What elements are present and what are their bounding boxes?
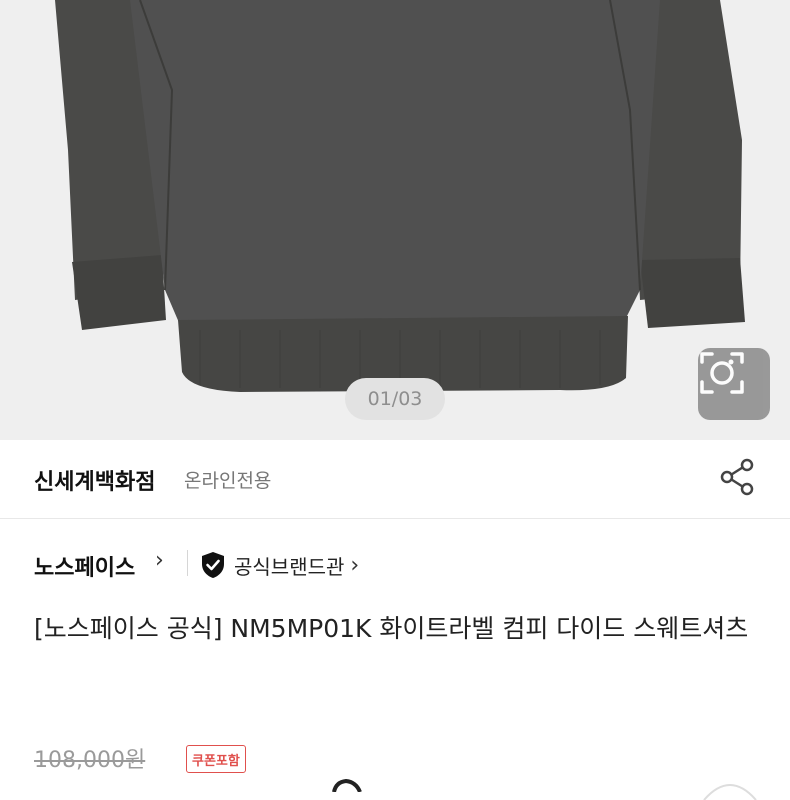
store-name[interactable]: 신세계백화점	[34, 464, 155, 496]
image-pager: 01/03	[345, 378, 445, 420]
share-icon	[720, 458, 754, 496]
chevron-right-icon: ›	[155, 548, 164, 573]
share-button[interactable]	[716, 456, 758, 498]
camera-lens-icon	[700, 352, 744, 394]
action-button-fragment	[703, 784, 757, 800]
shield-check-icon	[202, 552, 224, 578]
chevron-right-icon: ›	[350, 552, 360, 578]
coupon-badge: 쿠폰포함	[186, 745, 246, 773]
product-image	[55, 0, 745, 392]
official-brand-label: 공식브랜드관	[234, 554, 345, 579]
brand-link[interactable]: 노스페이스	[34, 550, 135, 582]
image-search-button[interactable]	[698, 348, 770, 420]
divider	[187, 550, 188, 576]
product-title: [노스페이스 공식] NM5MP01K 화이트라벨 컴피 다이드 스웨트셔츠	[34, 614, 749, 643]
original-price: 108,000원	[34, 748, 146, 773]
product-image-gallery[interactable]: 01/03	[0, 0, 790, 440]
official-brand-link[interactable]: 공식브랜드관 ›	[200, 548, 359, 582]
store-tag: 온라인전용	[184, 470, 272, 492]
